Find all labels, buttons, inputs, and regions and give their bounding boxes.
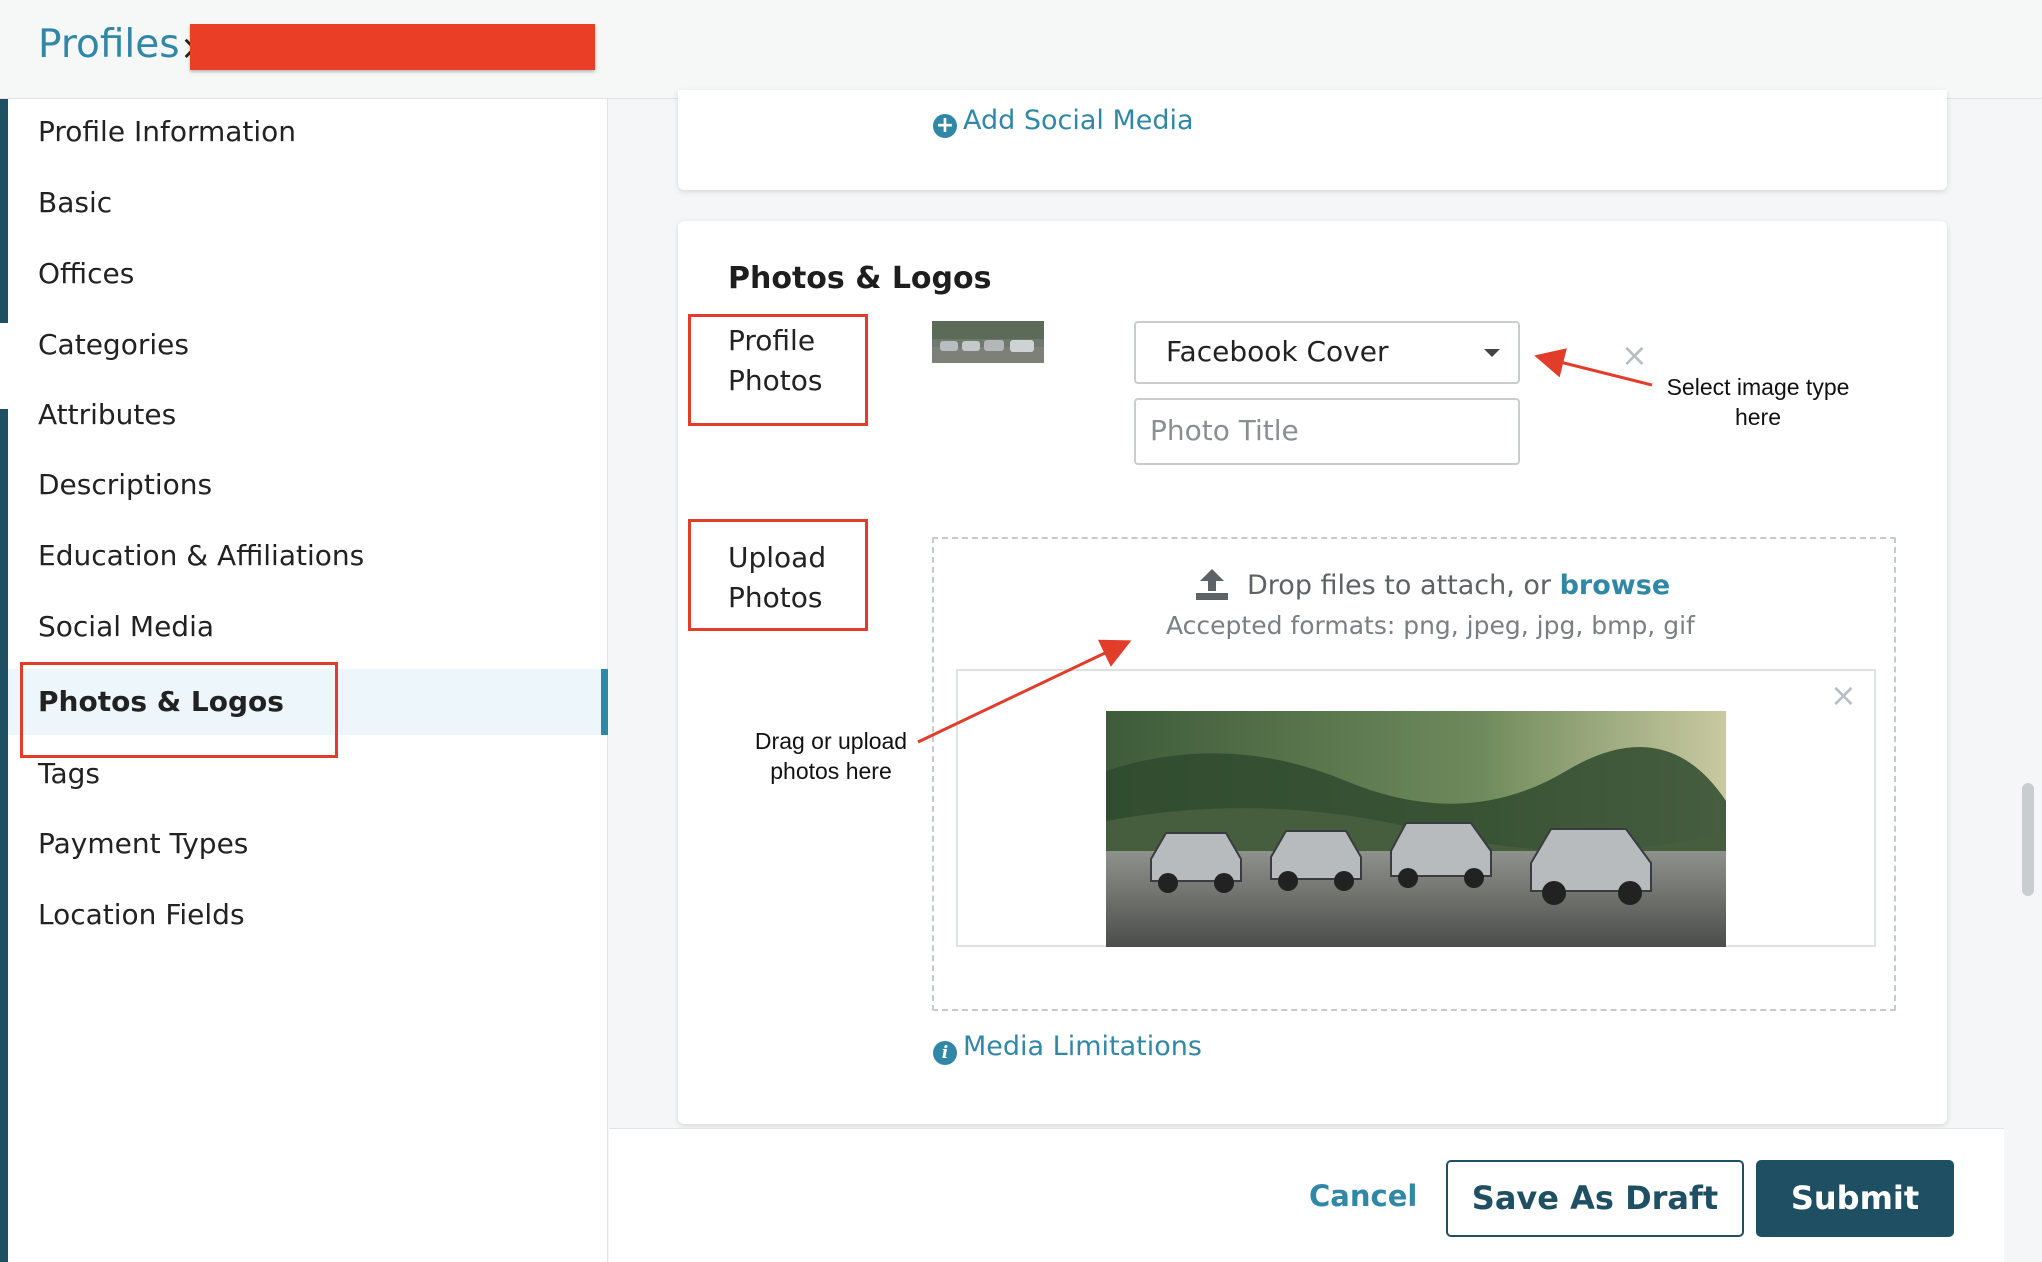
sidebar-item-profile-information[interactable]: Profile Information xyxy=(8,99,608,165)
plus-circle-icon: + xyxy=(933,114,957,138)
annotation-box-profile-photos xyxy=(688,314,868,426)
photos-logos-card: Photos & Logos Profile Photos Facebook C… xyxy=(678,221,1947,1124)
social-media-card: + Add Social Media xyxy=(678,90,1947,190)
sidebar-item-attributes[interactable]: Attributes xyxy=(8,382,608,448)
sidebar-item-basic[interactable]: Basic xyxy=(8,170,608,236)
redacted-profile-name xyxy=(190,24,595,70)
section-title: Photos & Logos xyxy=(728,261,992,296)
submit-button[interactable]: Submit xyxy=(1756,1160,1954,1237)
footer-actions: Cancel Save As Draft Submit xyxy=(609,1128,2004,1262)
photo-title-input[interactable]: Photo Title xyxy=(1134,398,1520,465)
accepted-formats-text: Accepted formats: png, jpeg, jpg, bmp, g… xyxy=(1166,611,1695,640)
file-dropzone[interactable]: Drop files to attach, or browse Accepted… xyxy=(932,537,1896,1011)
top-bar: Profiles × xyxy=(0,0,2042,99)
drop-instructions: Drop files to attach, or browse xyxy=(1247,570,1671,601)
photo-thumbnail[interactable] xyxy=(932,321,1044,363)
scrollbar-thumb[interactable] xyxy=(2022,783,2034,896)
page-title: Profiles xyxy=(38,22,180,67)
left-edge-strip xyxy=(0,99,8,1262)
browse-link[interactable]: browse xyxy=(1560,570,1671,601)
photo-preview: × xyxy=(956,669,1876,947)
info-icon: i xyxy=(933,1041,957,1065)
annotation-note-select: Select image type here xyxy=(1666,374,1850,430)
add-social-media-link[interactable]: + Add Social Media xyxy=(933,105,1194,138)
media-limitations-link[interactable]: i Media Limitations xyxy=(933,1031,1202,1065)
remove-preview-icon[interactable]: × xyxy=(1830,679,1857,711)
save-draft-button[interactable]: Save As Draft xyxy=(1446,1160,1744,1237)
uploaded-photo xyxy=(1106,711,1726,947)
sidebar-item-categories[interactable]: Categories xyxy=(8,312,608,378)
left-edge-gap xyxy=(0,323,8,409)
sidebar-item-payment-types[interactable]: Payment Types xyxy=(8,811,608,877)
sidebar-item-offices[interactable]: Offices xyxy=(8,241,608,307)
sidebar-item-descriptions[interactable]: Descriptions xyxy=(8,452,608,518)
image-type-select[interactable]: Facebook Cover xyxy=(1134,321,1520,384)
sidebar-item-social-media[interactable]: Social Media xyxy=(8,594,608,660)
remove-photo-icon[interactable]: × xyxy=(1621,339,1648,371)
annotation-note-drag: Drag or upload photos here xyxy=(754,728,908,784)
cancel-button[interactable]: Cancel xyxy=(1309,1171,1417,1221)
annotation-box-sidebar xyxy=(20,662,338,758)
sidebar-item-education-affiliations[interactable]: Education & Affiliations xyxy=(8,523,608,589)
upload-icon xyxy=(1196,569,1228,600)
annotation-box-upload-photos xyxy=(688,519,868,631)
chevron-down-icon xyxy=(1484,349,1500,357)
active-indicator xyxy=(601,669,608,735)
sidebar-item-location-fields[interactable]: Location Fields xyxy=(8,882,608,948)
